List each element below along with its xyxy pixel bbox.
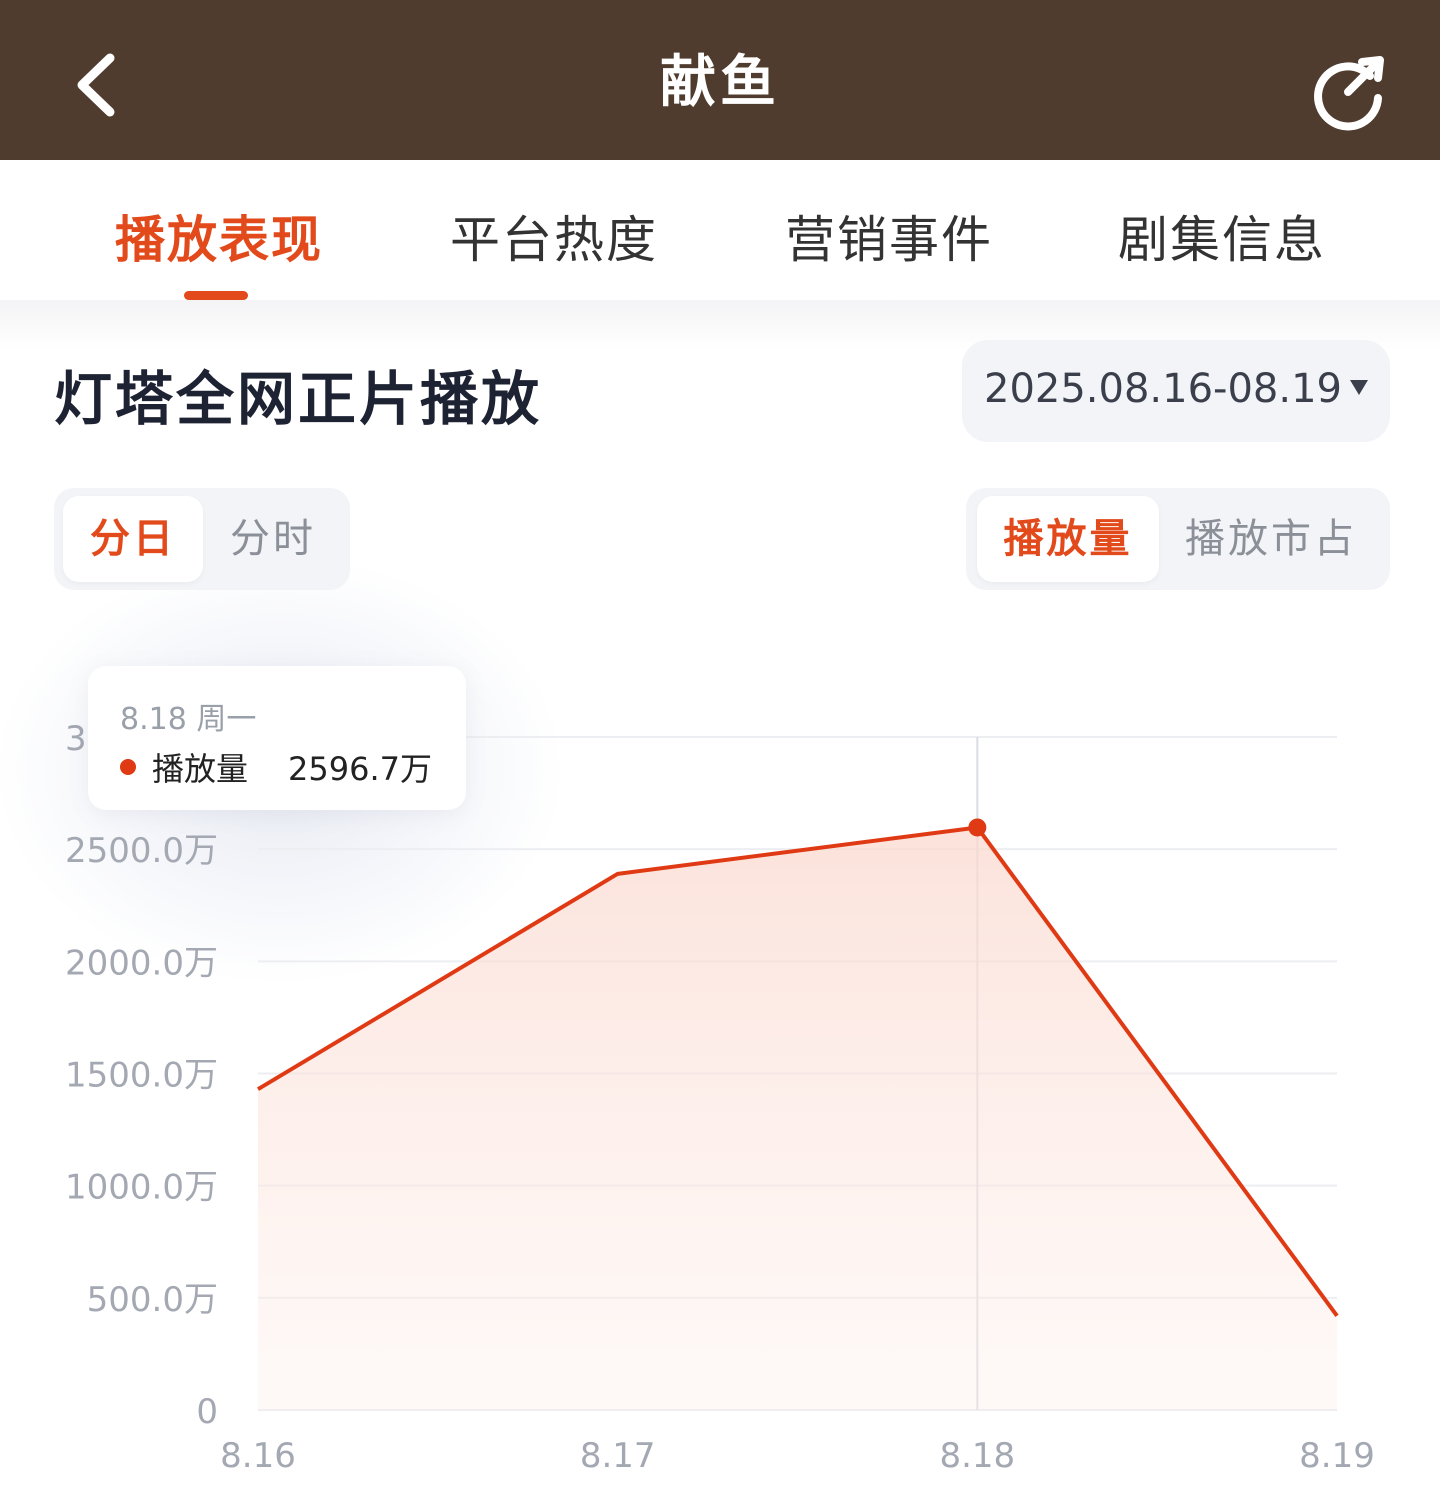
- y-tick-label: 1500.0万: [65, 1056, 218, 1096]
- series-area: [258, 827, 1337, 1410]
- x-tick-label: 8.19: [1299, 1436, 1375, 1476]
- y-tick-label: 500.0万: [87, 1280, 218, 1320]
- tab-marketing-events[interactable]: 营销事件: [780, 205, 998, 275]
- metric-play-share[interactable]: 播放市占: [1167, 496, 1375, 582]
- tab-bar: 播放表现 平台热度 营销事件 剧集信息: [0, 160, 1440, 300]
- granularity-hourly[interactable]: 分时: [203, 496, 343, 582]
- metric-toggle: 播放量 播放市占: [966, 488, 1390, 590]
- granularity-toggle: 分日 分时: [54, 488, 350, 590]
- refresh-button[interactable]: [1300, 48, 1396, 138]
- y-tick-label: 1000.0万: [65, 1168, 218, 1208]
- series-dot-icon: [120, 759, 136, 775]
- tab-play-performance[interactable]: 播放表现: [110, 205, 328, 275]
- page-title: 献鱼: [660, 50, 780, 115]
- tab-platform-heat[interactable]: 平台热度: [445, 205, 663, 275]
- y-tick-label: 2500.0万: [65, 831, 218, 871]
- metric-play-count[interactable]: 播放量: [977, 496, 1159, 582]
- tooltip-value: 2596.7万: [288, 750, 432, 788]
- chart-tooltip: 8.18 周一 播放量 2596.7万: [88, 666, 466, 810]
- tooltip-date: 8.18 周一: [120, 702, 257, 737]
- tooltip-series-name: 播放量: [152, 750, 249, 788]
- data-point: [968, 818, 987, 837]
- y-tick-label: 0: [196, 1392, 218, 1432]
- y-tick-label: 2000.0万: [65, 943, 218, 983]
- x-tick-label: 8.16: [220, 1436, 296, 1476]
- top-bar: 献鱼: [0, 0, 1440, 160]
- back-button[interactable]: [60, 40, 140, 130]
- date-range-selector[interactable]: 2025.08.16-08.19: [962, 340, 1390, 442]
- x-tick-label: 8.18: [939, 1436, 1015, 1476]
- x-tick-label: 8.17: [580, 1436, 656, 1476]
- section-title: 灯塔全网正片播放: [54, 365, 543, 433]
- chevron-left-icon: [77, 53, 115, 117]
- granularity-daily[interactable]: 分日: [63, 496, 203, 582]
- caret-down-icon: [1350, 380, 1368, 395]
- tab-episode-info[interactable]: 剧集信息: [1113, 205, 1331, 275]
- date-range-value: 2025.08.16-08.19: [984, 366, 1342, 412]
- refresh-icon: [1314, 56, 1384, 131]
- active-tab-indicator: [184, 291, 248, 300]
